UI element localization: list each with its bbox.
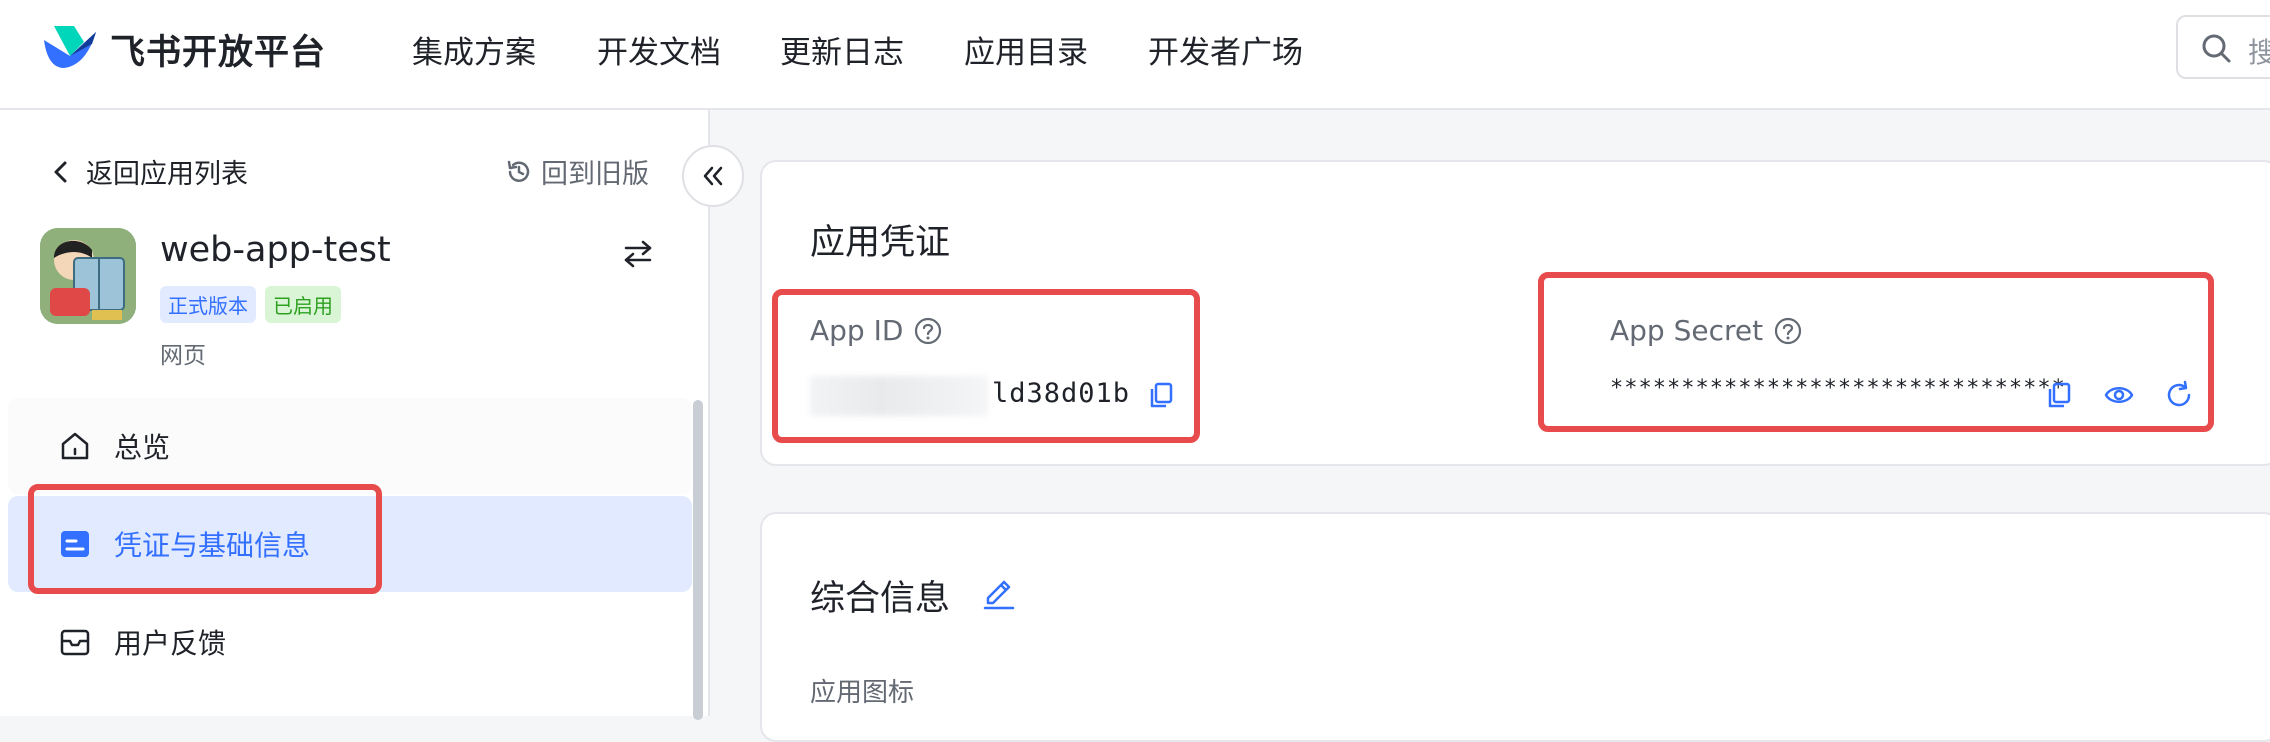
eye-icon[interactable] [2104,380,2134,410]
help-icon[interactable] [1773,316,1803,346]
history-icon [507,160,530,182]
sidebar-item-credentials[interactable]: 凭证与基础信息 [8,496,692,592]
feishu-logo-icon[interactable] [40,22,100,72]
back-link-label: 返回应用列表 [86,159,248,190]
app-id-value: ld38d01b [992,378,1131,409]
status-badge: 已启用 [265,286,341,323]
app-secret-value: ******************************** [1610,376,2066,401]
nav-item-docs[interactable]: 开发文档 [597,27,721,72]
app-id-label-text: App ID [810,314,904,347]
app-name: web-app-test [160,230,391,270]
double-chevron-left-icon [703,166,723,186]
chevron-left-icon [54,161,67,182]
app-avatar [40,228,136,324]
collapse-sidebar-button[interactable] [682,145,744,207]
nav-item-app-directory[interactable]: 应用目录 [964,27,1088,72]
app-type-label: 网页 [160,343,206,369]
search-input[interactable]: 搜 [2176,15,2270,79]
copy-icon[interactable] [1146,380,1176,410]
credentials-title: 应用凭证 [810,223,951,263]
back-to-app-list-link[interactable]: 返回应用列表 [50,152,248,191]
help-icon[interactable] [913,316,943,346]
nav-item-integration[interactable]: 集成方案 [412,27,536,72]
search-icon [2202,34,2231,63]
sidebar-item-feedback[interactable]: 用户反馈 [8,594,692,690]
old-version-label: 回到旧版 [541,159,649,190]
old-version-link[interactable]: 回到旧版 [505,152,649,191]
edit-icon[interactable] [980,572,1018,610]
app-icon-label: 应用图标 [810,678,915,708]
home-icon [61,432,89,460]
sidebar-item-overview[interactable]: 总览 [8,398,692,494]
version-badge: 正式版本 [160,286,256,323]
app-id-redacted-block [810,376,988,416]
nav-item-developer-square[interactable]: 开发者广场 [1148,27,1303,72]
sidebar-item-label: 总览 [114,431,171,464]
refresh-icon[interactable] [2164,380,2194,410]
general-info-card: 综合信息 应用图标 [760,512,2270,742]
switch-app-icon[interactable] [622,238,654,270]
general-info-title: 综合信息 [810,579,951,619]
inbox-icon [60,629,90,656]
copy-icon[interactable] [2044,380,2074,410]
app-avatar-image-icon [40,228,136,324]
id-card-icon [61,531,89,557]
app-id-label: App ID [810,314,943,347]
sidebar: 返回应用列表 回到旧版 web-app-test 正式版本 已启用 网页 总览 … [0,110,710,720]
top-navigation-bar: 飞书开放平台 集成方案 开发文档 更新日志 应用目录 开发者广场 搜 [0,0,2270,110]
app-secret-label: App Secret [1610,314,1803,347]
sidebar-item-label: 凭证与基础信息 [114,529,311,562]
sidebar-scrollbar[interactable] [693,400,703,720]
nav-item-changelog[interactable]: 更新日志 [780,27,904,72]
sidebar-item-label: 用户反馈 [114,627,227,660]
brand-name[interactable]: 飞书开放平台 [110,24,326,75]
credentials-card: 应用凭证 App ID ld38d01b App Secret ********… [760,160,2270,466]
app-secret-label-text: App Secret [1610,314,1764,347]
search-placeholder: 搜 [2248,36,2270,69]
